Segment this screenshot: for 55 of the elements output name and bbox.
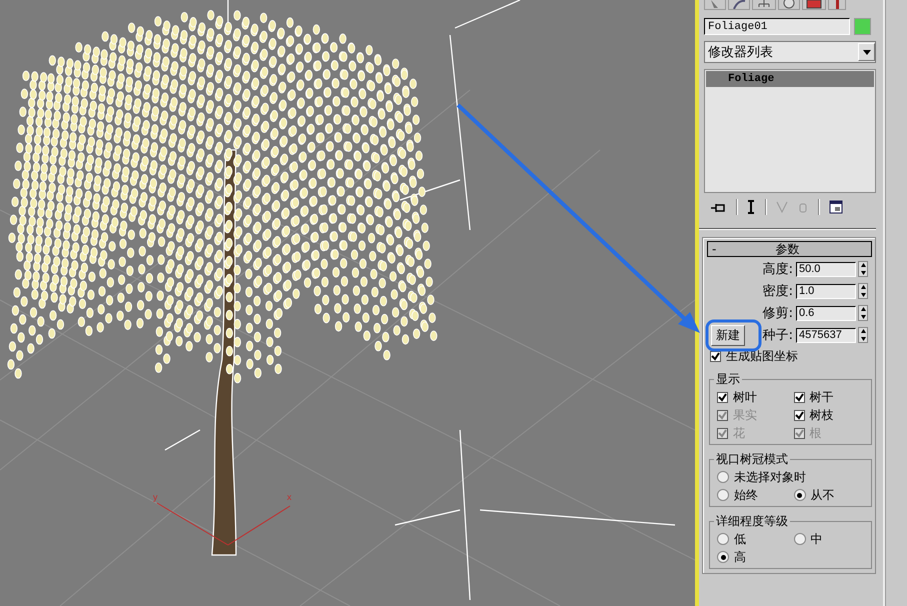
radio-label: 从不 — [810, 486, 834, 504]
spinner-icon[interactable] — [858, 305, 868, 321]
checkbox-label: 果实 — [733, 406, 757, 424]
checkbox-label: 树叶 — [733, 388, 757, 406]
radio-button[interactable] — [717, 489, 729, 501]
checkbox[interactable] — [717, 392, 728, 402]
param-label: 密度: — [762, 283, 793, 300]
curve-icon[interactable] — [728, 0, 750, 10]
rollout-header[interactable]: - 参数 — [707, 241, 872, 257]
radio-button[interactable] — [794, 533, 806, 545]
radio-label: 未选择对象时 — [734, 468, 806, 486]
caret-icon — [858, 43, 875, 61]
radio-button[interactable] — [717, 551, 729, 563]
radio-label: 低 — [734, 530, 746, 548]
checkbox-label: 根 — [810, 424, 822, 442]
checkbox-label: 生成贴图坐标 — [726, 348, 798, 364]
modifier-list-dropdown[interactable]: 修改器列表 — [704, 41, 876, 63]
checkbox[interactable] — [794, 392, 804, 402]
new-button[interactable]: 新建 — [711, 324, 745, 346]
spinner-icon[interactable] — [858, 261, 868, 277]
pin-icon[interactable] — [710, 202, 726, 212]
checkbox-label: 树干 — [810, 388, 834, 406]
param-label: 种子: — [762, 327, 793, 344]
radio-button[interactable] — [717, 471, 729, 483]
checkbox[interactable] — [794, 410, 804, 420]
group-title: 详细程度等级 — [715, 513, 789, 530]
param-field[interactable]: 1.0 — [796, 284, 856, 298]
axis-label: y — [153, 492, 158, 502]
highlight-outline — [706, 320, 762, 352]
checkbox-label: 花 — [733, 424, 745, 442]
param-field[interactable]: 50.0 — [796, 262, 856, 276]
object-name-field[interactable]: Foliage01 — [704, 18, 850, 35]
param-field[interactable]: 4575637 — [796, 328, 856, 342]
param-label: 高度: — [762, 261, 793, 278]
group-title: 视口树冠模式 — [715, 451, 789, 468]
spinner-icon[interactable] — [858, 327, 868, 343]
modifier-stack-item[interactable]: Foliage — [706, 71, 874, 87]
bar-icon[interactable] — [747, 200, 755, 214]
radio-label: 始终 — [734, 486, 758, 504]
radio-button[interactable] — [717, 533, 729, 545]
param-label: 修剪: — [762, 305, 793, 322]
spinner-icon[interactable] — [858, 283, 868, 299]
checkbox[interactable] — [710, 350, 721, 362]
radio-label: 中 — [810, 530, 822, 548]
checkbox-label: 树枝 — [810, 406, 834, 424]
radio-button[interactable] — [794, 489, 806, 501]
param-field[interactable]: 0.6 — [796, 306, 856, 320]
configure-icon[interactable] — [829, 200, 843, 214]
hierarchy-icon[interactable] — [752, 0, 776, 10]
radio-label: 高 — [734, 548, 746, 566]
pointer-icon[interactable] — [704, 0, 726, 10]
color-swatch[interactable] — [854, 18, 871, 35]
group-title: 显示 — [715, 371, 741, 388]
axis-label: x — [287, 492, 292, 502]
wheel-icon[interactable] — [778, 0, 800, 10]
